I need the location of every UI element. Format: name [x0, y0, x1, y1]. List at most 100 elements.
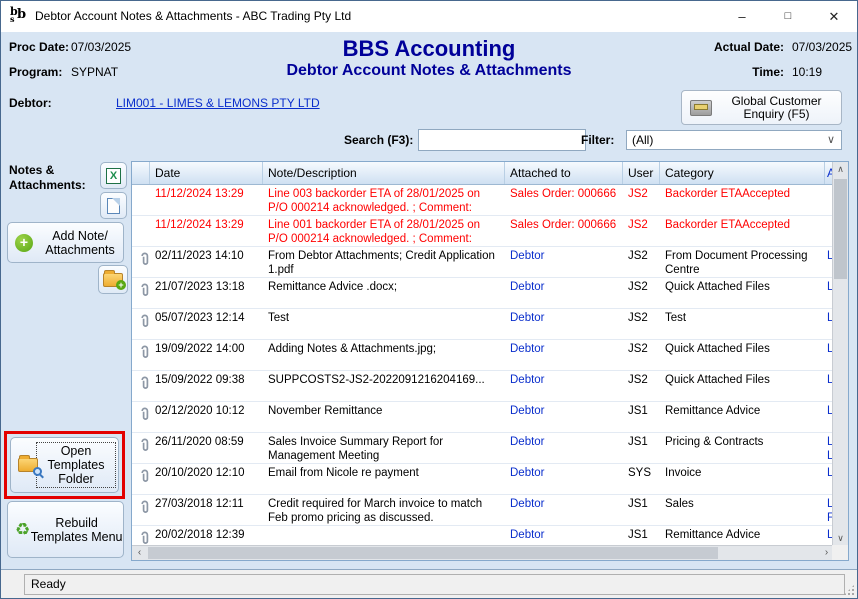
date-cell: 05/07/2023 12:14 — [150, 309, 263, 339]
table-row[interactable]: 02/12/2020 10:12November RemittanceDebto… — [132, 402, 834, 433]
category-cell: From Document Processing Centre — [660, 247, 825, 277]
open-templates-folder-button[interactable]: Open Templates Folder — [10, 437, 119, 493]
scroll-left-icon[interactable]: ‹ — [132, 546, 147, 560]
attached-to-cell[interactable]: Debtor — [505, 526, 623, 547]
horizontal-scrollbar[interactable]: ‹ › — [132, 545, 834, 560]
horizontal-scroll-thumb[interactable] — [148, 547, 718, 559]
user-cell: JS2 — [623, 309, 660, 339]
user-cell: JS1 — [623, 495, 660, 525]
attached-to-cell[interactable]: Debtor — [505, 464, 623, 494]
attached-to-cell[interactable]: Debtor — [505, 340, 623, 370]
table-row[interactable]: 26/11/2020 08:59Sales Invoice Summary Re… — [132, 433, 834, 464]
attachment-cell — [132, 526, 150, 547]
table-row[interactable]: 02/11/2023 14:10From Debtor Attachments;… — [132, 247, 834, 278]
attached-to-cell[interactable]: Debtor — [505, 371, 623, 401]
add-note-attachments-button[interactable]: + Add Note/ Attachments — [7, 222, 124, 263]
paperclip-icon — [140, 252, 150, 266]
user-cell: JS2 — [623, 278, 660, 308]
col-header-attached-to[interactable]: Attached to — [505, 162, 623, 184]
attachment-cell — [132, 247, 150, 277]
folder-add-icon: + — [103, 273, 123, 287]
description-cell: Test — [263, 309, 505, 339]
table-row[interactable]: 21/07/2023 13:18Remittance Advice .docx;… — [132, 278, 834, 309]
category-cell: Pricing & Contracts — [660, 433, 825, 463]
card-file-icon — [690, 100, 712, 116]
filter-dropdown[interactable]: (All) ∨ — [626, 130, 842, 150]
attachment-cell — [132, 433, 150, 463]
vertical-scroll-thumb[interactable] — [834, 179, 847, 279]
col-header-user[interactable]: User — [623, 162, 660, 184]
attachment-cell — [132, 371, 150, 401]
document-icon — [107, 198, 120, 214]
date-cell: 11/12/2024 13:29 — [150, 185, 263, 215]
table-row[interactable]: 20/02/2018 12:39DebtorJS1Remittance Advi… — [132, 526, 834, 547]
date-cell: 11/12/2024 13:29 — [150, 216, 263, 246]
attached-to-cell: Sales Order: 000666 — [505, 185, 623, 215]
user-cell: JS2 — [623, 340, 660, 370]
table-row[interactable]: 15/09/2022 09:38SUPPCOSTS2-JS2-202209121… — [132, 371, 834, 402]
attachment-cell — [132, 185, 150, 215]
description-cell: Credit required for March invoice to mat… — [263, 495, 505, 525]
attach-from-folder-button[interactable]: + — [98, 265, 128, 294]
table-row[interactable]: 27/03/2018 12:11Credit required for Marc… — [132, 495, 834, 526]
table-row[interactable]: 20/10/2020 12:10Email from Nicole re pay… — [132, 464, 834, 495]
table-row[interactable]: 19/09/2022 14:00Adding Notes & Attachmen… — [132, 340, 834, 371]
category-cell: Quick Attached Files — [660, 278, 825, 308]
attached-to-cell[interactable]: Debtor — [505, 247, 623, 277]
description-cell — [263, 526, 505, 547]
col-header-icon[interactable] — [132, 162, 150, 184]
table-header-row: Date Note/Description Attached to User C… — [132, 162, 834, 185]
paperclip-icon — [140, 500, 150, 514]
col-header-description[interactable]: Note/Description — [263, 162, 505, 184]
description-cell: From Debtor Attachments; Credit Applicat… — [263, 247, 505, 277]
category-cell: Remittance Advice — [660, 526, 825, 547]
table-row[interactable]: 11/12/2024 13:29Line 003 backorder ETA o… — [132, 185, 834, 216]
attachment-cell — [132, 309, 150, 339]
table-body: 11/12/2024 13:29Line 003 backorder ETA o… — [132, 185, 834, 547]
attached-to-cell[interactable]: Debtor — [505, 278, 623, 308]
export-excel-button[interactable]: X — [100, 162, 127, 189]
description-cell: Sales Invoice Summary Report for Managem… — [263, 433, 505, 463]
chevron-down-icon: ∨ — [827, 131, 835, 149]
excel-icon: X — [106, 168, 121, 184]
user-cell: JS2 — [623, 247, 660, 277]
rebuild-templates-menu-button[interactable]: ♻ Rebuild Templates Menu — [7, 501, 124, 558]
paperclip-icon — [140, 345, 150, 359]
attached-to-cell[interactable]: Debtor — [505, 433, 623, 463]
attached-to-cell[interactable]: Debtor — [505, 309, 623, 339]
table-row[interactable]: 05/07/2023 12:14TestDebtorJS2TestL — [132, 309, 834, 340]
user-cell: JS2 — [623, 216, 660, 246]
search-input[interactable] — [418, 129, 586, 151]
attached-to-cell[interactable]: Debtor — [505, 402, 623, 432]
category-cell: Invoice — [660, 464, 825, 494]
date-cell: 02/11/2023 14:10 — [150, 247, 263, 277]
vertical-scrollbar[interactable]: ∧ ∨ — [832, 162, 848, 547]
date-cell: 20/10/2020 12:10 — [150, 464, 263, 494]
attachment-cell — [132, 216, 150, 246]
col-header-category[interactable]: Category — [660, 162, 825, 184]
category-cell: Test — [660, 309, 825, 339]
col-header-date[interactable]: Date — [150, 162, 263, 184]
paperclip-icon — [140, 469, 150, 483]
close-button[interactable]: ✕ — [811, 1, 857, 32]
debtor-link[interactable]: LIM001 - LIMES & LEMONS PTY LTD — [116, 96, 320, 110]
date-cell: 27/03/2018 12:11 — [150, 495, 263, 525]
status-bar: Ready — [1, 569, 857, 598]
user-cell: JS2 — [623, 185, 660, 215]
attached-to-cell[interactable]: Debtor — [505, 495, 623, 525]
paperclip-icon — [140, 438, 150, 452]
folder-search-icon — [18, 458, 38, 472]
new-note-button[interactable] — [100, 192, 127, 219]
debtor-label: Debtor: — [9, 96, 52, 110]
date-cell: 20/02/2018 12:39 — [150, 526, 263, 547]
table-row[interactable]: 11/12/2024 13:29Line 001 backorder ETA o… — [132, 216, 834, 247]
category-cell: Remittance Advice — [660, 402, 825, 432]
app-window: bbs Debtor Account Notes & Attachments -… — [0, 0, 858, 599]
maximize-button[interactable]: □ — [765, 1, 811, 32]
minimize-button[interactable]: – — [719, 1, 765, 32]
time-label: Time: — [701, 65, 784, 79]
scroll-up-icon[interactable]: ∧ — [833, 162, 848, 178]
date-cell: 21/07/2023 13:18 — [150, 278, 263, 308]
global-customer-enquiry-button[interactable]: Global Customer Enquiry (F5) — [681, 90, 842, 125]
notes-table: Date Note/Description Attached to User C… — [131, 161, 849, 561]
